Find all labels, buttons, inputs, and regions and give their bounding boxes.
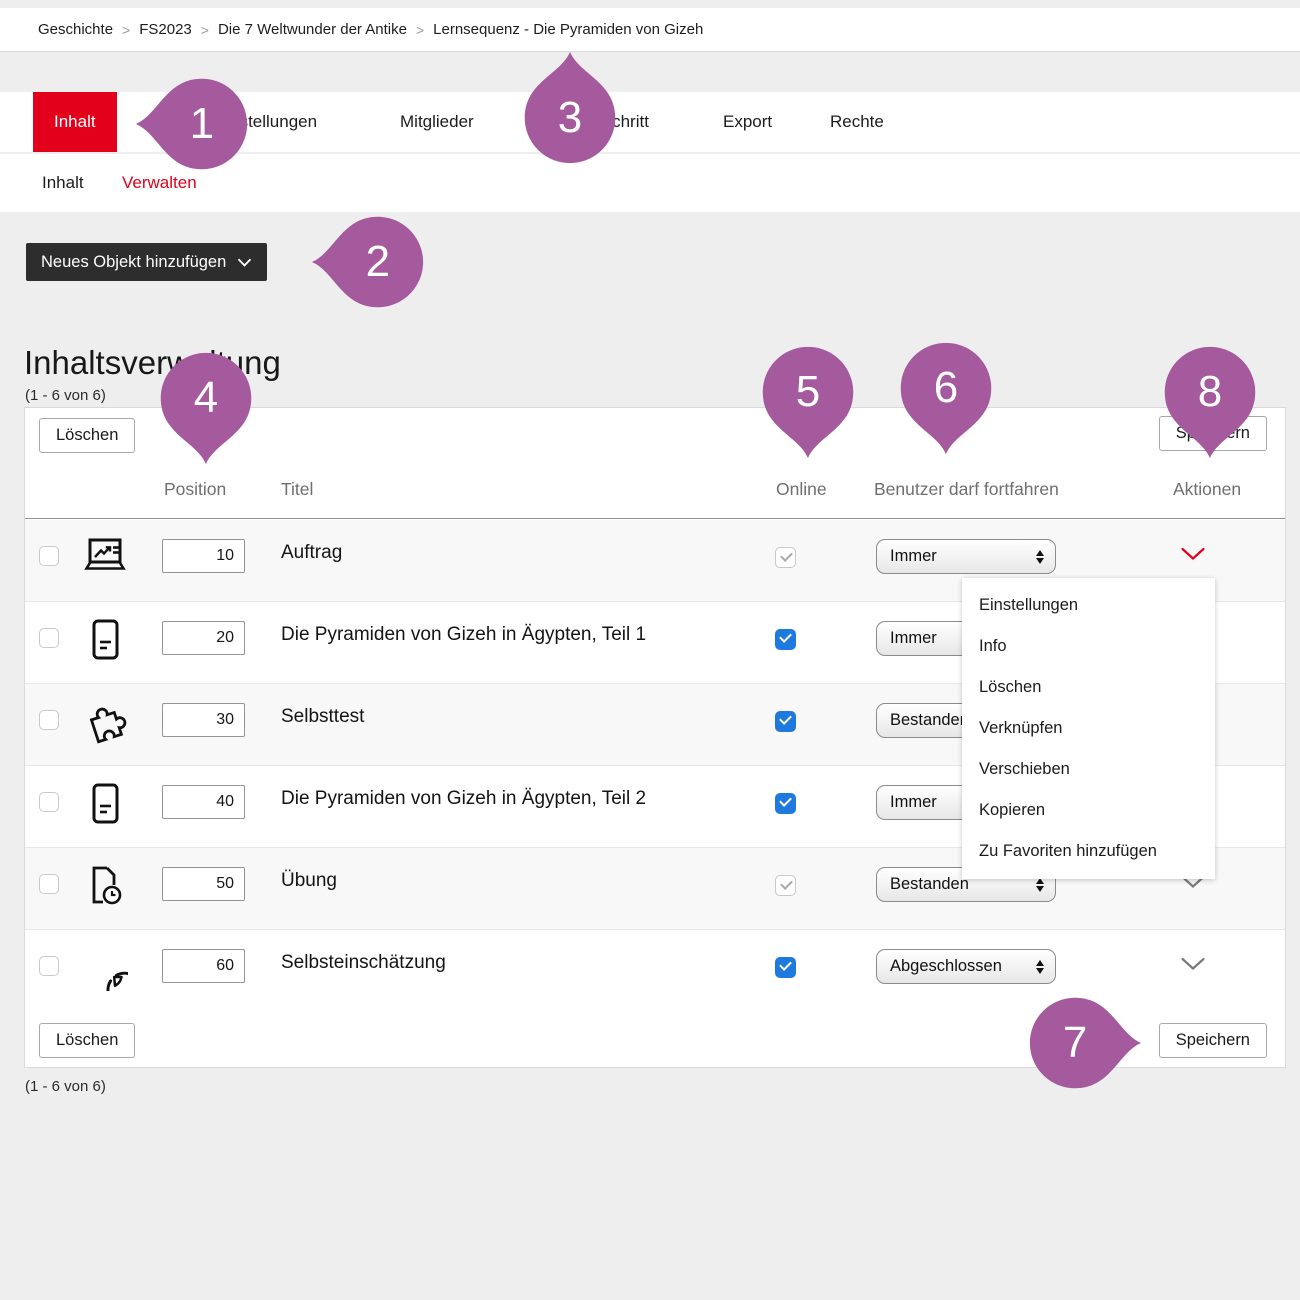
position-input[interactable]: [162, 703, 245, 737]
tab-lernfortschritt[interactable]: Lernfortschritt: [545, 92, 649, 152]
breadcrumb: Geschichte > FS2023 > Die 7 Weltwunder d…: [0, 8, 1300, 52]
page-title: Inhaltsverwaltung: [24, 344, 281, 382]
marker-number: 2: [312, 196, 444, 328]
annotation-marker-2: 2: [293, 196, 425, 328]
position-input[interactable]: [162, 621, 245, 655]
tab-inhalt[interactable]: Inhalt: [33, 92, 117, 152]
item-title: Die Pyramiden von Gizeh in Ägypten, Teil…: [281, 624, 646, 646]
breadcrumb-separator: >: [122, 22, 130, 38]
assignment-laptop-icon: [82, 535, 128, 581]
save-button-bottom[interactable]: Speichern: [1159, 1023, 1267, 1058]
column-header-position: Position: [164, 479, 226, 500]
position-input[interactable]: [162, 785, 245, 819]
position-input[interactable]: [162, 539, 245, 573]
online-checkbox[interactable]: [775, 711, 796, 732]
online-checkbox[interactable]: [775, 875, 796, 896]
tab-export[interactable]: Export: [723, 92, 772, 152]
tab-einstellungen[interactable]: Einstellungen: [215, 92, 317, 152]
test-puzzle-icon: [82, 699, 128, 745]
online-checkbox[interactable]: [775, 793, 796, 814]
menu-item-verknuepfen[interactable]: Verknüpfen: [962, 708, 1215, 749]
column-header-title: Titel: [281, 479, 313, 500]
header-divider: [25, 518, 1285, 519]
select-arrows-icon: [1036, 878, 1044, 892]
delete-button-bottom[interactable]: Löschen: [39, 1023, 135, 1058]
column-header-proceed: Benutzer darf fortfahren: [874, 479, 1059, 500]
proceed-select[interactable]: Immer: [876, 539, 1056, 574]
subtab-verwalten[interactable]: Verwalten: [122, 154, 197, 212]
proceed-select-value: Bestanden: [890, 711, 969, 730]
add-object-button[interactable]: Neues Objekt hinzufügen: [26, 243, 267, 281]
breadcrumb-link-semester[interactable]: FS2023: [139, 21, 192, 38]
online-checkbox[interactable]: [775, 547, 796, 568]
chevron-down-icon: [237, 258, 252, 267]
item-title: Auftrag: [281, 542, 342, 564]
exercise-clock-icon: [82, 863, 128, 909]
learning-module-icon: [82, 617, 128, 663]
row-select-checkbox[interactable]: [39, 628, 59, 648]
breadcrumb-separator: >: [201, 22, 209, 38]
breadcrumb-link-current[interactable]: Lernsequenz - Die Pyramiden von Gizeh: [433, 21, 703, 38]
proceed-select[interactable]: Abgeschlossen: [876, 949, 1056, 984]
item-title: Selbsteinschätzung: [281, 952, 446, 974]
actions-chevron-icon[interactable]: [1180, 957, 1206, 971]
breadcrumb-link-course[interactable]: Geschichte: [38, 21, 113, 38]
ilias-content-admin-page: Geschichte > FS2023 > Die 7 Weltwunder d…: [0, 0, 1300, 1300]
menu-item-info[interactable]: Info: [962, 626, 1215, 667]
online-checkbox[interactable]: [775, 629, 796, 650]
table-row: Selbsteinschätzung Abgeschlossen: [25, 930, 1285, 1012]
delete-button-top[interactable]: Löschen: [39, 418, 135, 453]
menu-item-verschieben[interactable]: Verschieben: [962, 749, 1215, 790]
column-header-actions: Aktionen: [1173, 479, 1241, 500]
row-select-checkbox[interactable]: [39, 710, 59, 730]
column-header-online: Online: [776, 479, 827, 500]
online-checkbox[interactable]: [775, 957, 796, 978]
subtab-inhalt[interactable]: Inhalt: [42, 154, 84, 212]
tab-mitglieder[interactable]: Mitglieder: [400, 92, 474, 152]
position-input[interactable]: [162, 949, 245, 983]
proceed-select-value: Bestanden: [890, 875, 969, 894]
position-input[interactable]: [162, 867, 245, 901]
item-title: Übung: [281, 870, 337, 892]
row-select-checkbox[interactable]: [39, 874, 59, 894]
tab-rechte[interactable]: Rechte: [830, 92, 884, 152]
result-count-top: (1 - 6 von 6): [25, 387, 106, 404]
survey-pie-icon: [82, 945, 128, 991]
row-select-checkbox[interactable]: [39, 956, 59, 976]
proceed-select-value: Immer: [890, 793, 937, 812]
item-title: Die Pyramiden von Gizeh in Ägypten, Teil…: [281, 788, 646, 810]
proceed-select-value: Immer: [890, 629, 937, 648]
add-object-label: Neues Objekt hinzufügen: [41, 253, 226, 272]
menu-item-kopieren[interactable]: Kopieren: [962, 790, 1215, 831]
menu-item-einstellungen[interactable]: Einstellungen: [962, 585, 1215, 626]
proceed-select-value: Abgeschlossen: [890, 957, 1002, 976]
item-title: Selbsttest: [281, 706, 364, 728]
main-tab-bar: Inhalt Einstellungen Mitglieder Lernfort…: [0, 92, 1300, 152]
menu-item-zu-favoriten[interactable]: Zu Favoriten hinzufügen: [962, 831, 1215, 872]
pin-icon: [293, 196, 425, 328]
save-button-top[interactable]: Speichern: [1159, 416, 1267, 451]
sub-tab-bar: Inhalt Verwalten: [0, 154, 1300, 212]
actions-menu: Einstellungen Info Löschen Verknüpfen Ve…: [962, 578, 1215, 879]
learning-module-icon: [82, 781, 128, 827]
select-arrows-icon: [1036, 960, 1044, 974]
actions-chevron-icon[interactable]: [1180, 547, 1206, 561]
breadcrumb-separator: >: [416, 22, 424, 38]
row-select-checkbox[interactable]: [39, 546, 59, 566]
menu-item-loeschen[interactable]: Löschen: [962, 667, 1215, 708]
select-arrows-icon: [1036, 550, 1044, 564]
proceed-select-value: Immer: [890, 547, 937, 566]
breadcrumb-link-topic[interactable]: Die 7 Weltwunder der Antike: [218, 21, 407, 38]
result-count-bottom: (1 - 6 von 6): [25, 1078, 106, 1095]
row-select-checkbox[interactable]: [39, 792, 59, 812]
